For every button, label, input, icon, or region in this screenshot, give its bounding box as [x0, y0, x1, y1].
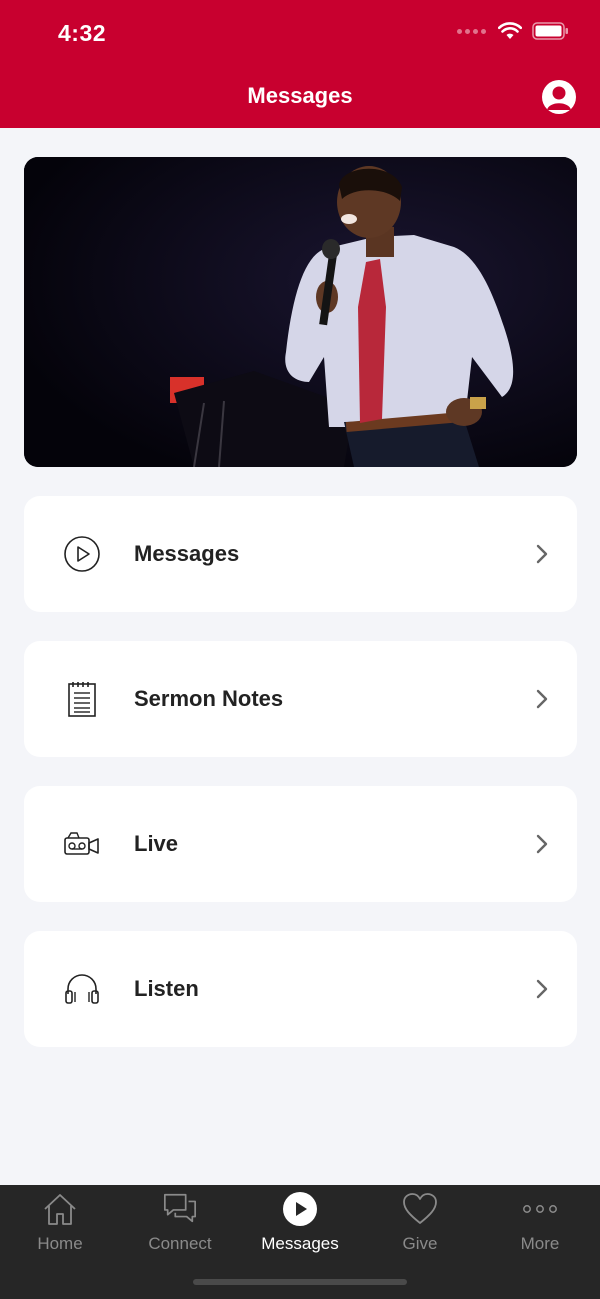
page-title: Messages — [247, 83, 353, 108]
chevron-right-icon — [536, 544, 548, 564]
signal-icon — [457, 28, 486, 34]
chevron-right-icon — [536, 979, 548, 999]
menu-item-label: Listen — [134, 976, 199, 1001]
wifi-icon — [498, 22, 522, 39]
more-dots-icon — [522, 1191, 558, 1227]
app-header: 4:32 Messages — [0, 0, 600, 128]
user-icon — [547, 86, 571, 110]
menu-item-live[interactable]: Live — [24, 786, 577, 902]
tab-connect[interactable]: Connect — [120, 1185, 240, 1275]
chevron-right-icon — [536, 834, 548, 854]
notepad-icon — [62, 679, 102, 719]
play-circle-icon — [62, 534, 102, 574]
play-circle-icon — [282, 1191, 318, 1227]
tab-label: Give — [402, 1234, 438, 1253]
battery-icon — [532, 22, 568, 40]
chat-bubbles-icon — [162, 1191, 198, 1227]
tab-home[interactable]: Home — [0, 1185, 120, 1275]
menu-item-messages[interactable]: Messages — [24, 496, 577, 612]
status-icons — [457, 22, 570, 40]
tab-label: Home — [37, 1234, 83, 1253]
home-icon — [42, 1191, 78, 1227]
chevron-right-icon — [536, 689, 548, 709]
tab-more[interactable]: More — [480, 1185, 600, 1275]
tab-messages[interactable]: Messages — [240, 1185, 360, 1275]
profile-button[interactable] — [542, 80, 576, 114]
heart-icon — [402, 1191, 438, 1227]
tab-label: More — [520, 1234, 560, 1253]
menu-item-label: Live — [134, 831, 179, 856]
tab-give[interactable]: Give — [360, 1185, 480, 1275]
status-time: 4:32 — [58, 20, 107, 46]
home-indicator — [193, 1279, 407, 1285]
menu-item-sermon-notes[interactable]: Sermon Notes — [24, 641, 577, 757]
headphones-icon — [62, 969, 102, 1009]
hero-image — [24, 157, 577, 467]
tab-label: Connect — [148, 1234, 212, 1253]
tab-label: Messages — [261, 1234, 339, 1253]
menu-item-listen[interactable]: Listen — [24, 931, 577, 1047]
menu-item-label: Sermon Notes — [134, 686, 284, 711]
video-camera-icon — [62, 824, 102, 864]
menu-item-label: Messages — [134, 541, 240, 566]
